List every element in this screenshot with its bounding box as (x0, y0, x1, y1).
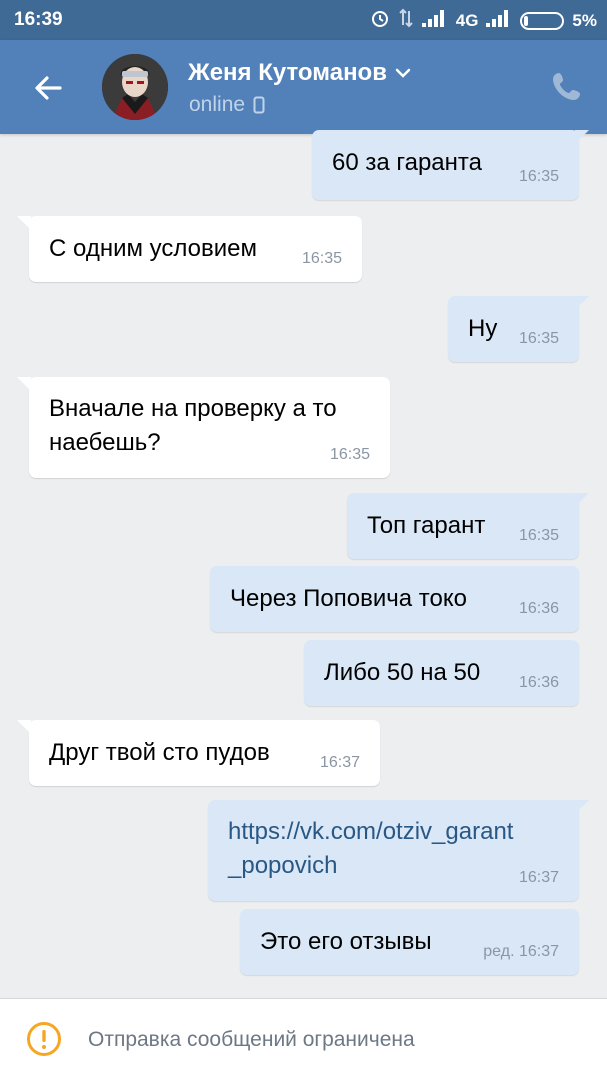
chat-header: Женя Кутоманов online (0, 40, 607, 134)
bubble-tail (17, 216, 31, 230)
message-time: ред. 16:37 (483, 943, 559, 960)
signal-icon-1 (421, 9, 448, 32)
message-time: 16:35 (329, 446, 370, 463)
network-type: 4G (455, 10, 479, 30)
message-incoming[interactable]: Вначале на проверку а то наебешь? 16:35 (29, 377, 390, 478)
alarm-icon (370, 8, 390, 33)
message-text-line-2: наебешь? (49, 429, 161, 456)
message-incoming[interactable]: Друг твой сто пудов 16:37 (29, 720, 380, 786)
message-outgoing[interactable]: Либо 50 на 50 16:36 (304, 640, 579, 706)
bubble-tail (575, 493, 589, 507)
message-time: 16:36 (518, 674, 559, 691)
battery-level: 5% (572, 10, 597, 30)
message-link-line-1[interactable]: https://vk.com/otziv_garant (228, 800, 559, 849)
bubble-tail (17, 720, 31, 734)
message-text: С одним условием (49, 235, 258, 262)
bubble-tail (575, 130, 589, 144)
contact-name-text: Женя Кутоманов (188, 59, 387, 86)
message-outgoing[interactable]: Ну 16:35 (448, 296, 579, 362)
message-link-line-2[interactable]: _popovich (228, 849, 559, 883)
message-time: 16:35 (518, 527, 559, 544)
message-time: 16:35 (518, 168, 559, 185)
battery-icon (520, 11, 565, 30)
message-incoming[interactable]: С одним условием 16:35 (29, 216, 362, 282)
message-outgoing[interactable]: Это его отзывы ред. 16:37 (240, 909, 579, 975)
message-text: Через Поповича токо (230, 585, 467, 612)
message-time: 16:37 (319, 754, 360, 771)
message-outgoing[interactable]: 60 за гаранта 16:35 (312, 130, 579, 200)
bubble-tail (575, 296, 589, 310)
message-text-line-1: Вначале на проверку а то (49, 395, 337, 422)
phone-icon[interactable] (549, 68, 585, 104)
message-time: 16:35 (518, 330, 559, 347)
message-text: Друг твой сто пудов (49, 739, 270, 766)
message-time: 16:35 (301, 250, 342, 267)
bubble-tail (17, 377, 31, 391)
status-bar: 16:39 4G 5% (0, 0, 607, 40)
status-time: 16:39 (14, 9, 63, 30)
data-transfer-icon (398, 8, 414, 33)
contact-name[interactable]: Женя Кутоманов (188, 59, 411, 87)
message-restriction-bar: Отправка сообщений ограничена (0, 998, 607, 1080)
warning-icon (26, 1021, 62, 1057)
message-list[interactable]: 60 за гаранта 16:35 С одним условием 16:… (0, 130, 607, 998)
message-time: 16:36 (518, 600, 559, 617)
restriction-text: Отправка сообщений ограничена (88, 1028, 415, 1051)
bubble-tail (575, 800, 589, 814)
contact-status: online (189, 93, 265, 117)
message-outgoing-link[interactable]: https://vk.com/otziv_garant _popovich 16… (208, 800, 579, 901)
signal-icon-2 (486, 9, 512, 32)
chevron-down-icon (395, 68, 411, 78)
back-arrow-icon[interactable] (30, 70, 66, 106)
avatar[interactable] (102, 54, 168, 120)
message-outgoing[interactable]: Топ гарант 16:35 (347, 493, 579, 559)
online-status: online (189, 93, 246, 116)
message-time: 16:37 (518, 869, 559, 886)
mobile-icon (253, 96, 265, 114)
status-icons: 4G 5% (370, 8, 597, 33)
message-outgoing[interactable]: Через Поповича токо 16:36 (210, 566, 579, 632)
